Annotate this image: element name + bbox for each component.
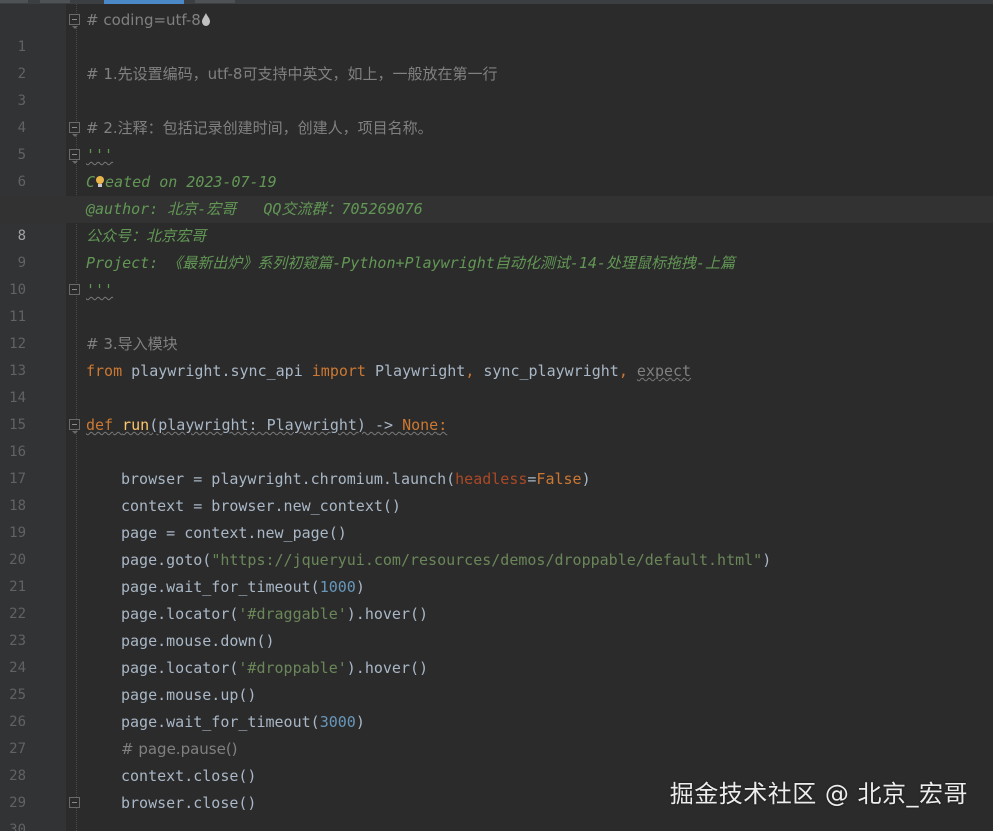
line-number: 30 [9,822,26,831]
code-line-3[interactable]: 3 # 1.先设置编码，utf-8可支持中英文，如上，一般放在第一行 [0,61,993,109]
comma: , [618,362,628,380]
editor-tab-active[interactable] [104,0,184,4]
code-text: page.wait_for_timeout( [121,713,320,731]
fold-marker-icon[interactable] [69,122,80,137]
comma: , [465,362,475,380]
code-line-10[interactable]: 10 Project: 《最新出炉》系列初窥篇-Python+Playwrigh… [0,250,993,298]
code-line-11[interactable]: 11 ''' [0,277,993,325]
keyword-argument: headless [455,470,528,488]
code-line-5[interactable]: 5 # 2.注释：包括记录创建时间，创建人，项目名称。 [0,115,993,163]
docstring-text: Project: 《最新出炉》系列初窥篇-Python+Playwright自动… [86,254,735,272]
keyword-import: import [311,362,366,380]
code-text: ).hover() [346,659,429,677]
comment: # page.pause() [121,740,238,758]
code-line-12[interactable]: 12 [0,304,993,352]
keyword-none: None [402,416,439,434]
code-line-14[interactable]: 14 from playwright.sync_api import Playw… [0,358,993,406]
code-text: context = browser.new_context() [121,497,401,515]
code-text: browser.close() [121,794,257,812]
code-lines[interactable]: 1 # coding=utf-8 2 3 # 1.先设置编码，utf-8可支持中… [0,7,993,831]
editor-tab[interactable] [195,0,235,3]
code-line-4[interactable]: 4 [0,88,993,136]
code-line-21[interactable]: 21 page.goto("https://jqueryui.com/resou… [0,547,993,595]
code-line-20[interactable]: 20 page = context.new_page() [0,520,993,568]
docstring-text: @author: 北京-宏哥 QQ交流群：705269076 [86,200,423,218]
code-line-22[interactable]: 22 page.wait_for_timeout(1000) [0,574,993,622]
lightbulb-icon[interactable] [95,176,105,188]
colon: : [438,416,448,434]
fold-marker-icon[interactable] [69,149,80,164]
editor-tab[interactable] [40,0,70,3]
code-line-13[interactable]: 13 # 3.导入模块 [0,331,993,379]
code-line-6[interactable]: 6 ''' [0,142,993,190]
code-text: ) [762,551,772,569]
docstring-quote: ''' [86,281,114,299]
code-text: ) [355,713,365,731]
code-text: page.mouse.up() [121,686,257,704]
code-line-27[interactable]: 27 page.wait_for_timeout(3000) [0,709,993,757]
code-text: ) [355,578,365,596]
code-line-25[interactable]: 25 page.locator('#droppable').hover() [0,655,993,703]
code-text: browser = playwright.chromium.launch( [121,470,456,488]
code-line-16[interactable]: 16 def run(playwright: Playwright) -> No… [0,412,993,460]
comment: # coding=utf-8 [86,11,201,29]
code-line-8-current[interactable]: 8 @author: 北京-宏哥 QQ交流群：705269076 [0,196,993,244]
code-line-26[interactable]: 26 page.mouse.up() [0,682,993,730]
number-literal: 1000 [319,578,356,596]
comment: # 2.注释：包括记录创建时间，创建人，项目名称。 [86,119,433,137]
string-literal: '#draggable' [238,605,347,623]
code-line-15[interactable]: 15 [0,385,993,433]
code-text: ).hover() [346,605,429,623]
code-line-2[interactable]: 2 [0,34,993,82]
code-text: page.locator( [121,659,239,677]
module-name: playwright.sync_api [122,362,312,380]
docstring-text: C [86,173,96,191]
function-name: run [122,416,150,434]
code-line-1[interactable]: 1 # coding=utf-8 [0,7,993,55]
comment: # 3.导入模块 [86,335,178,353]
code-line-19[interactable]: 19 context = browser.new_context() [0,493,993,541]
keyword-from: from [86,362,123,380]
flame-icon [201,13,210,26]
unused-import-name: expect [636,362,692,380]
code-text: ) [581,470,591,488]
code-line-9[interactable]: 9 公众号：北京宏哥 [0,223,993,271]
keyword-def: def [86,416,114,434]
fold-marker-icon[interactable] [69,284,80,295]
docstring-text: eated on 2023-07-19 [105,173,277,191]
code-text: context.close() [121,767,257,785]
code-line-23[interactable]: 23 page.locator('#draggable').hover() [0,601,993,649]
editor-tab[interactable] [0,0,28,3]
code-editor[interactable]: 1 # coding=utf-8 2 3 # 1.先设置编码，utf-8可支持中… [0,0,993,831]
code-line-28[interactable]: 28 # page.pause() [0,736,993,784]
code-text: page.wait_for_timeout( [121,578,320,596]
code-line-18[interactable]: 18 browser = playwright.chromium.launch(… [0,466,993,514]
fold-marker-icon[interactable] [69,797,80,808]
editor-tab-strip [0,0,993,4]
code-line-17[interactable]: 17 [0,439,993,487]
code-text: page.goto( [121,551,212,569]
fold-marker-icon[interactable] [69,419,80,434]
code-text: page.locator( [121,605,239,623]
string-literal: "https://jqueryui.com/resources/demos/dr… [211,551,763,569]
code-line-7[interactable]: 7 Ceated on 2023-07-19 [0,169,993,217]
function-signature: (playwright: Playwright) -> [149,416,403,434]
watermark: 掘金技术社区 @ 北京_宏哥 [669,780,968,808]
keyword-false: False [536,470,582,488]
import-name: Playwright [365,362,466,380]
string-literal: '#droppable' [238,659,347,677]
code-line-24[interactable]: 24 page.mouse.down() [0,628,993,676]
import-name: sync_playwright [474,362,619,380]
code-text: page.mouse.down() [121,632,275,650]
comment: # 1.先设置编码，utf-8可支持中英文，如上，一般放在第一行 [86,65,498,83]
fold-marker-icon[interactable] [69,14,80,29]
code-text: page = context.new_page() [121,524,347,542]
docstring-text: 公众号：北京宏哥 [86,227,207,245]
docstring-quote: ''' [86,146,114,164]
number-literal: 3000 [319,713,356,731]
